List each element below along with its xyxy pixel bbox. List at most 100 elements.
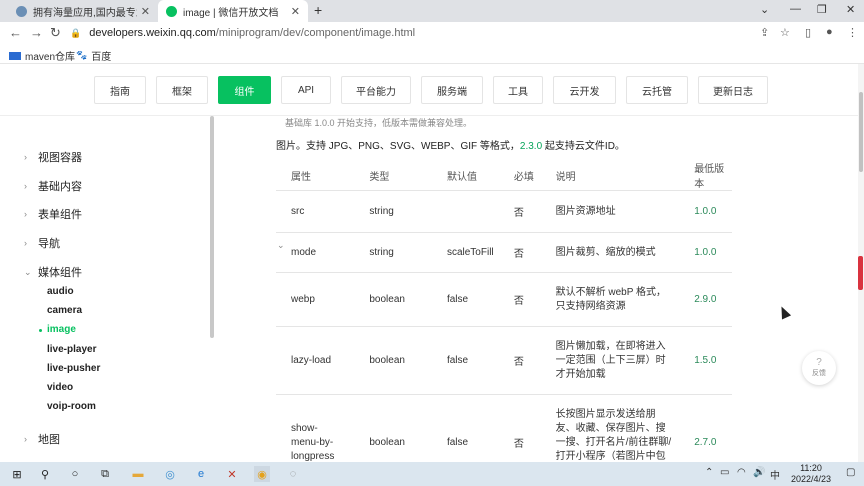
cell-min-version[interactable]: 1.0.0 [679, 190, 732, 233]
sidebar-group-media[interactable]: ⌄ 媒体组件 [24, 264, 82, 280]
col-header-default: 默认值 [431, 160, 499, 191]
cell-default: false [431, 326, 499, 395]
maven-icon [9, 51, 21, 60]
close-tab-icon[interactable]: ✕ [291, 5, 300, 18]
cell-min-version[interactable]: 1.5.0 [679, 326, 732, 395]
windows-start-icon[interactable]: ⊞ [9, 466, 25, 482]
app-icon[interactable]: ◎ [162, 466, 178, 482]
network-icon[interactable]: ▭ [720, 467, 729, 478]
sidebar-item-image[interactable]: image [47, 324, 76, 335]
edge-icon[interactable]: e [193, 466, 209, 482]
wifi-icon[interactable]: ◠ [737, 467, 746, 478]
cell-min-version[interactable]: 2.9.0 [679, 272, 732, 327]
sidebar: › 视图容器 › 基础内容 › 表单组件 › 导航 ⌄ 媒体组件 audio c… [0, 116, 215, 462]
sidebar-item-camera[interactable]: camera [47, 305, 82, 316]
nav-tools[interactable]: 工具 [493, 76, 543, 104]
nav-server[interactable]: 服务端 [421, 76, 483, 104]
table-row: lazy-load boolean false 否 图片懒加载，在即将进入一定范… [276, 326, 732, 395]
cell-type: string [354, 190, 432, 233]
sidebar-group-label: 导航 [38, 238, 60, 250]
doc-content: 基础库 1.0.0 开始支持，低版本需做兼容处理。 图片。支持 JPG、PNG、… [215, 116, 855, 462]
sidebar-icon[interactable]: ▯ [805, 26, 811, 39]
reload-icon[interactable]: ↻ [50, 25, 61, 41]
feedback-button[interactable]: ? 反馈 [802, 351, 836, 385]
sidebar-item-voip-room[interactable]: voip-room [47, 401, 96, 412]
sidebar-group-map[interactable]: › 地图 [24, 431, 60, 447]
chevron-right-icon: › [24, 209, 27, 219]
compat-note: 基础库 1.0.0 开始支持，低版本需做兼容处理。 [285, 118, 473, 128]
cell-desc: 图片资源地址 [540, 190, 680, 233]
cell-required: 否 [498, 232, 541, 273]
taskbar-clock[interactable]: 11:20 2022/4/23 [786, 463, 836, 485]
browser-tab-2[interactable]: image | 微信开放文档 ✕ [158, 0, 308, 22]
forward-icon[interactable]: → [30, 25, 43, 40]
sidebar-item-audio[interactable]: audio [47, 286, 74, 297]
cell-default [431, 190, 499, 233]
expand-row-chevron-icon[interactable]: ⌄ [277, 240, 285, 251]
desc-version-link[interactable]: 2.3.0 [520, 141, 542, 152]
nav-components[interactable]: 组件 [218, 76, 271, 104]
nav-guide[interactable]: 指南 [94, 76, 146, 104]
notification-icon[interactable]: ▢ [846, 467, 855, 478]
restore-icon[interactable]: ❐ [817, 3, 827, 16]
sidebar-group-navigation[interactable]: › 导航 [24, 235, 60, 251]
star-icon[interactable]: ☆ [780, 26, 790, 39]
nav-cloud-hosting[interactable]: 云托管 [626, 76, 688, 104]
xmind-icon[interactable]: ✕ [224, 466, 240, 482]
sidebar-group-basic-content[interactable]: › 基础内容 [24, 178, 82, 194]
share-icon[interactable]: ⇪ [760, 26, 769, 39]
minimize-icon[interactable]: — [790, 3, 801, 15]
sidebar-item-live-player[interactable]: live-player [47, 344, 96, 355]
page-scrollbar-thumb[interactable] [859, 92, 863, 172]
nav-changelog[interactable]: 更新日志 [698, 76, 768, 104]
tray-expand-icon[interactable]: ⌃ [705, 467, 713, 478]
col-header-type: 类型 [354, 160, 432, 191]
bookmarks-bar: maven仓库 🐾 百度 [0, 44, 864, 64]
cell-required: 否 [498, 326, 541, 395]
sidebar-item-live-pusher[interactable]: live-pusher [47, 363, 100, 374]
new-tab-button[interactable]: + [314, 2, 322, 18]
chevron-right-icon: › [24, 238, 27, 248]
sidebar-group-label: 地图 [38, 434, 60, 446]
sidebar-item-video[interactable]: video [47, 382, 73, 393]
close-tab-icon[interactable]: ✕ [141, 5, 150, 18]
nav-api[interactable]: API [281, 76, 331, 104]
table-row[interactable]: mode string scaleToFill 否 图片裁剪、缩放的模式 1.0… [276, 232, 732, 273]
sidebar-group-view-container[interactable]: › 视图容器 [24, 149, 82, 165]
address-bar[interactable]: 🔒 developers.weixin.qq.com/miniprogram/d… [70, 24, 760, 42]
windows-taskbar: ⊞ ⚲ ○ ⧉ ▬ ◎ e ✕ ◉ ◌ ⌃ ▭ ◠ 🔊 中 11:20 2022… [0, 462, 864, 486]
cell-desc: 长按图片显示发送给朋友、收藏、保存图片、搜一搜、打开名片/前往群聊/打开小程序（… [540, 394, 680, 462]
file-explorer-icon[interactable]: ▬ [130, 466, 146, 482]
cell-min-version[interactable]: 2.7.0 [679, 394, 732, 462]
chrome-icon[interactable]: ◉ [254, 466, 270, 482]
tab-search-icon[interactable]: ⌄ [760, 3, 769, 16]
back-icon[interactable]: ← [9, 25, 22, 40]
clock-date: 2022/4/23 [790, 474, 832, 484]
cortana-icon[interactable]: ○ [67, 466, 83, 482]
volume-icon[interactable]: 🔊 [753, 467, 765, 478]
bookmark-baidu[interactable]: 🐾 百度 [76, 48, 111, 63]
browser-tab-1[interactable]: 拥有海量应用,国内最专业的手机 ✕ [8, 0, 158, 22]
bookmark-maven[interactable]: maven仓库 [9, 48, 75, 63]
nav-cloud-dev[interactable]: 云开发 [553, 76, 616, 104]
active-dot-icon [39, 329, 42, 332]
sidebar-scrollbar[interactable] [210, 116, 214, 338]
close-window-icon[interactable]: ✕ [846, 3, 855, 16]
cell-attr: mode [276, 232, 355, 273]
table-row: show-menu-by-longpress boolean false 否 长… [276, 394, 732, 462]
search-icon[interactable]: ⚲ [37, 466, 53, 482]
cell-min-version[interactable]: 1.0.0 [679, 232, 732, 273]
menu-icon[interactable]: ⋮ [847, 26, 858, 39]
cell-required: 否 [498, 272, 541, 327]
task-view-icon[interactable]: ⧉ [97, 466, 113, 482]
profile-icon[interactable]: ● [826, 26, 833, 38]
nav-framework[interactable]: 框架 [156, 76, 208, 104]
cell-desc: 默认不解析 webP 格式，只支持网络资源 [540, 272, 680, 327]
tab-title: 拥有海量应用,国内最专业的手机 [33, 7, 137, 19]
table-row: src string 否 图片资源地址 1.0.0 [276, 190, 732, 233]
app2-icon[interactable]: ◌ [285, 466, 301, 482]
nav-platform[interactable]: 平台能力 [341, 76, 411, 104]
ime-indicator[interactable]: 中 [770, 467, 780, 482]
cell-default: scaleToFill [431, 232, 499, 273]
sidebar-group-form[interactable]: › 表单组件 [24, 206, 82, 222]
